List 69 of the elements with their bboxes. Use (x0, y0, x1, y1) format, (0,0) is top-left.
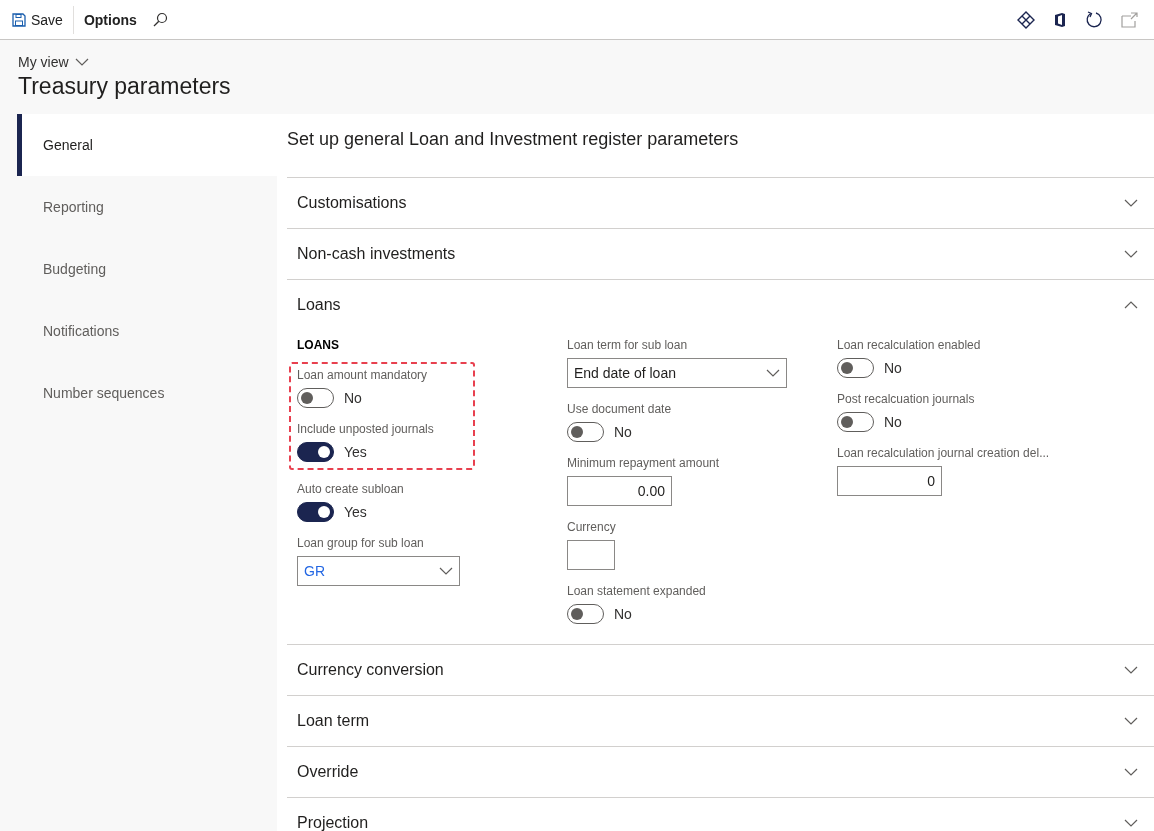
office-icon (1053, 11, 1067, 28)
search-button[interactable] (151, 11, 168, 28)
options-button[interactable]: Options (77, 5, 143, 34)
chevron-down-icon (74, 58, 89, 66)
field-label: Currency (567, 520, 617, 534)
nav-tab[interactable]: Reporting (17, 176, 277, 238)
popout-icon (1121, 11, 1139, 28)
chevron-down-icon (1124, 250, 1138, 258)
save-icon (12, 12, 26, 27)
toggle-value: No (614, 424, 632, 440)
section-label: LOANS (297, 338, 340, 352)
save-button[interactable]: Save (6, 5, 69, 34)
field-label: Use document date (567, 402, 673, 416)
toggle-value: No (884, 414, 902, 430)
dropdown-field[interactable]: GR (297, 556, 460, 586)
field-label: Loan term for sub loan (567, 338, 689, 352)
nav-tab[interactable]: General (17, 114, 277, 176)
field-label: Loan group for sub loan (297, 536, 425, 550)
toggle-switch[interactable] (567, 604, 604, 624)
chevron-down-icon (1124, 768, 1138, 776)
toggle-value: No (614, 606, 632, 622)
section-header[interactable]: Override (287, 747, 1154, 797)
nav-tab[interactable]: Notifications (17, 300, 277, 362)
diamond-button[interactable] (1017, 10, 1035, 29)
diamond-icon (1017, 10, 1035, 29)
section-header[interactable]: Loan term (287, 696, 1154, 746)
content-heading: Set up general Loan and Investment register parameters (287, 128, 740, 151)
section-header[interactable]: Currency conversion (287, 645, 1154, 695)
search-icon (151, 11, 168, 28)
input-field[interactable]: 0.00 (567, 476, 672, 506)
toggle-switch[interactable] (297, 442, 334, 462)
chevron-up-icon (1124, 301, 1138, 309)
nav-tab[interactable]: Budgeting (17, 238, 277, 300)
chevron-down-icon (1124, 819, 1138, 827)
field-label: Include unposted journals (297, 422, 435, 436)
section-header[interactable]: Non-cash investments (287, 229, 1154, 279)
refresh-icon (1085, 10, 1103, 29)
field-label: Loan amount mandatory (297, 368, 429, 382)
input-field[interactable] (567, 540, 615, 570)
toggle-value: No (884, 360, 902, 376)
field-label: Loan recalculation journal creation del... (837, 446, 1051, 460)
toggle-switch[interactable] (297, 502, 334, 522)
toggle-value: No (344, 390, 362, 406)
page-title: Treasury parameters (18, 73, 232, 100)
toggle-value: Yes (344, 444, 367, 460)
section-header[interactable]: Loans (287, 280, 1154, 330)
field-label: Loan recalculation enabled (837, 338, 982, 352)
section-header[interactable]: Projection (287, 798, 1154, 831)
toggle-switch[interactable] (837, 358, 874, 378)
chevron-down-icon (1124, 199, 1138, 207)
field-label: Auto create subloan (297, 482, 405, 496)
view-selector[interactable]: My view (18, 54, 89, 70)
field-label: Minimum repayment amount (567, 456, 721, 470)
chevron-down-icon (1124, 666, 1138, 674)
office-button[interactable] (1053, 11, 1067, 28)
input-field[interactable]: 0 (837, 466, 942, 496)
toggle-switch[interactable] (837, 412, 874, 432)
toggle-switch[interactable] (297, 388, 334, 408)
chevron-down-icon (439, 567, 453, 575)
field-label: Post recalcuation journals (837, 392, 976, 406)
toggle-value: Yes (344, 504, 367, 520)
toggle-switch[interactable] (567, 422, 604, 442)
dropdown-field[interactable]: End date of loan (567, 358, 787, 388)
field-label: Loan statement expanded (567, 584, 707, 598)
nav-tab[interactable]: Number sequences (17, 362, 277, 424)
section-header[interactable]: Customisations (287, 178, 1154, 228)
chevron-down-icon (766, 369, 780, 377)
chevron-down-icon (1124, 717, 1138, 725)
refresh-button[interactable] (1085, 10, 1103, 29)
